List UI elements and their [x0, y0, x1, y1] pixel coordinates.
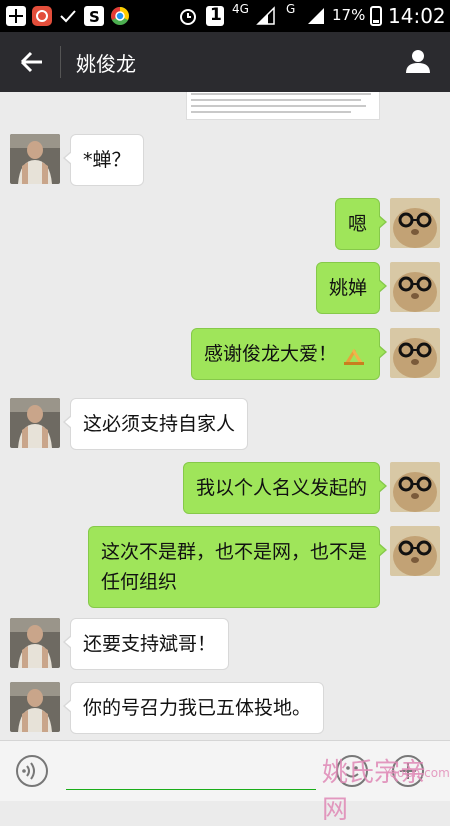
message-text: 嗯 — [347, 213, 367, 235]
sim-number: 1 — [210, 5, 222, 25]
voice-icon — [22, 762, 35, 780]
message-text: 还要支持斌哥！ — [83, 633, 217, 655]
clock: 14:02 — [388, 4, 446, 28]
message-bubble[interactable]: 感谢俊龙大爱！ — [190, 328, 388, 380]
message-text: 你的号召力我已五体投地。 — [83, 697, 312, 719]
signal-1-icon — [256, 6, 276, 26]
chat-header: 姚俊龙 — [0, 32, 450, 92]
app-notification-icon — [32, 6, 52, 26]
message-bubble[interactable]: 这必须支持自家人 — [62, 398, 249, 450]
network-4g-label: 4G — [232, 2, 249, 16]
input-underline — [66, 789, 316, 790]
voice-button[interactable] — [16, 755, 48, 787]
message-bubble[interactable]: 嗯 — [334, 198, 388, 250]
check-notification-icon — [58, 6, 78, 26]
message-list[interactable]: *蝉？ 嗯 姚婵 感谢俊龙大爱！ 这必须支持自家人 我以个人名义发起的 这次不是… — [0, 92, 450, 740]
chrome-notification-icon — [110, 6, 130, 26]
message-bubble[interactable]: 这次不是群，也不是网，也不是 任何组织 — [87, 526, 388, 608]
praying-hands-emoji-icon — [341, 343, 367, 367]
my-avatar[interactable] — [390, 462, 440, 512]
sim-slot-icon: 1 — [206, 5, 224, 26]
message-text: 感谢俊龙大爱！ — [203, 343, 337, 365]
message-bubble[interactable]: 姚婵 — [315, 262, 388, 314]
s-app-notification-icon: S — [84, 6, 104, 26]
alarm-icon — [178, 6, 198, 26]
back-button[interactable] — [18, 48, 46, 76]
contact-avatar[interactable] — [10, 682, 60, 732]
message-text: 这必须支持自家人 — [83, 413, 236, 435]
arrow-left-icon — [20, 51, 42, 73]
person-icon — [406, 50, 430, 73]
my-avatar[interactable] — [390, 328, 440, 378]
message-bubble[interactable]: 你的号召力我已五体投地。 — [62, 682, 325, 734]
message-text: *蝉？ — [83, 149, 131, 171]
message-text: 我以个人名义发起的 — [195, 477, 367, 499]
site-watermark: 姚氏宗亲网 — [322, 758, 427, 825]
contact-avatar[interactable] — [10, 618, 60, 668]
contact-avatar[interactable] — [10, 134, 60, 184]
svg-text:S: S — [89, 8, 100, 26]
signal-2-icon — [306, 6, 326, 26]
add-notification-icon — [6, 6, 26, 26]
battery-icon — [370, 6, 382, 26]
message-input[interactable] — [66, 751, 316, 789]
status-bar: S 1 4G G 17% 14:02 — [0, 0, 450, 32]
message-text-line-1: 这次不是群，也不是网，也不是 — [100, 541, 367, 563]
message-text-line-2: 任何组织 — [100, 571, 177, 593]
header-divider — [60, 46, 61, 78]
message-text: 姚婵 — [328, 277, 367, 299]
contact-info-button[interactable] — [404, 47, 432, 75]
battery-percent: 17% — [332, 6, 366, 24]
my-avatar[interactable] — [390, 526, 440, 576]
message-bubble[interactable]: 还要支持斌哥！ — [62, 618, 230, 670]
message-bubble[interactable]: *蝉？ — [63, 134, 144, 186]
site-watermark-url: YaoCn.com — [384, 766, 450, 780]
network-g-label: G — [286, 2, 296, 16]
image-message-thumbnail[interactable] — [186, 92, 380, 120]
contact-name: 姚俊龙 — [76, 52, 136, 76]
message-bubble[interactable]: 我以个人名义发起的 — [182, 462, 388, 514]
my-avatar[interactable] — [390, 262, 440, 312]
my-avatar[interactable] — [390, 198, 440, 248]
contact-avatar[interactable] — [10, 398, 60, 448]
